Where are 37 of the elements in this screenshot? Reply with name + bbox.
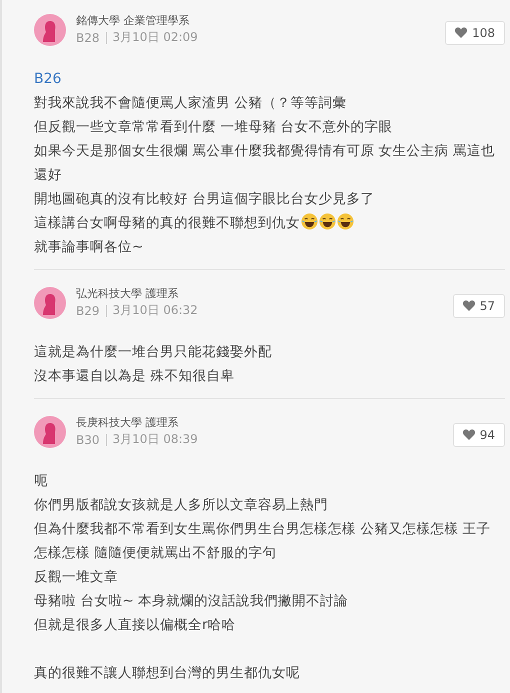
comment-line: 開地圖砲真的沒有比較好 台男這個字眼比台女少見多了	[34, 190, 376, 209]
heart-icon	[462, 429, 475, 440]
heart-icon	[462, 300, 475, 311]
like-button[interactable]: 57	[452, 294, 505, 318]
comment-line: 但就是很多人直接以偏概全r哈哈	[34, 616, 237, 635]
comment-line: 反觀一堆文章	[34, 568, 119, 587]
avatar-icon	[34, 14, 66, 46]
laughing-face-icon	[319, 213, 336, 230]
comment-line: 這就是為什麼一堆台男只能花錢娶外配	[34, 343, 273, 362]
post-time: 3月10日 06:32	[112, 302, 198, 319]
comment-line: 真的很難不讓人聯想到台灣的男生都仇女呢	[34, 664, 301, 683]
comment-line: 母豬啦 台女啦~ 本身就爛的沒話說我們撇開不討論	[34, 592, 350, 611]
avatar-icon	[34, 286, 66, 318]
laughing-face-icon	[337, 213, 354, 230]
comment-line: 沒本事還自以為是 殊不知很自卑	[34, 367, 236, 386]
like-button[interactable]: 94	[452, 422, 505, 446]
floor-number: B30	[76, 434, 107, 446]
comment-line: 呃	[34, 472, 49, 491]
laughing-face-icon	[301, 213, 318, 230]
comment-line: 就事論事啊各位~	[34, 238, 144, 257]
reply-link[interactable]: B26	[34, 67, 62, 91]
heart-icon	[455, 27, 468, 38]
author-name: 銘傳大學 企業管理學系	[76, 13, 190, 28]
floor-number: B28	[76, 32, 107, 44]
like-button[interactable]: 108	[445, 20, 505, 44]
comment-line: 這樣講台女啊母豬的真的很難不聯想到仇女	[34, 211, 495, 235]
post-time: 3月10日 08:39	[112, 431, 198, 448]
avatar-icon	[34, 416, 66, 448]
author-name: 弘光科技大學 護理系	[76, 286, 180, 301]
author-name: 長庚科技大學 護理系	[76, 415, 180, 430]
comment-line: 你們男版都說女孩就是人多所以文章容易上熱門	[34, 496, 329, 515]
comment-line: 如果今天是那個女生很爛 罵公車什麼我都覺得情有可原 女生公主病 罵這也還好	[34, 142, 495, 185]
comment-line: 但反觀一些文章常常看到什麼 一堆母豬 台女不意外的字眼	[34, 118, 394, 137]
comment-line: 但為什麼我都不常看到女生罵你們男生台男怎樣怎樣 公豬又怎樣怎樣 王子怎樣怎樣 隨隨便便就罵出不舒服的字句	[34, 520, 492, 563]
comment-line: 對我來說我不會隨便罵人家渣男 公豬（？等等詞彙	[34, 94, 348, 113]
post-time: 3月10日 02:09	[112, 29, 198, 46]
floor-number: B29	[76, 304, 107, 316]
